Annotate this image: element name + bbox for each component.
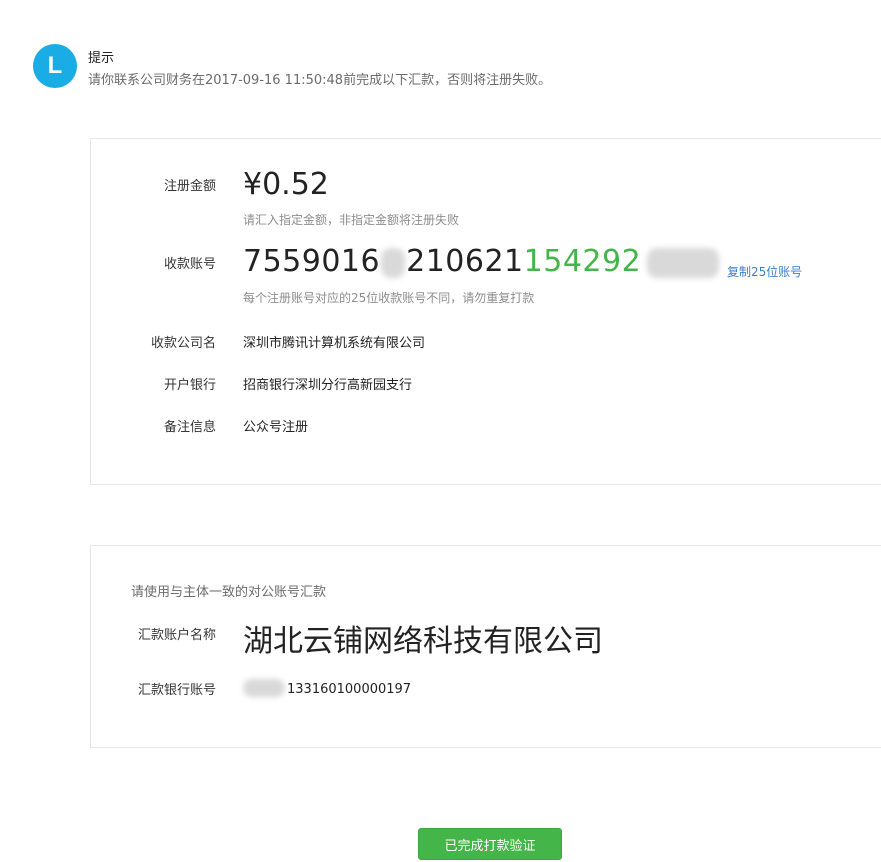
bank-label: 开户银行: [163, 378, 216, 393]
bank-value: 招商银行深圳分行高新园支行: [243, 378, 413, 393]
account-number: 7559016 210621154292: [243, 244, 720, 279]
done-verification-button[interactable]: 已完成打款验证: [418, 828, 562, 860]
note-label: 备注信息: [163, 420, 216, 435]
remitter-panel: 请使用与主体一致的对公账号汇款 汇款账户名称 湖北云铺网络科技有限公司 汇款银行…: [90, 545, 881, 748]
amount-value: ¥0.52: [243, 167, 329, 202]
account-part-2: 210621: [406, 244, 524, 279]
note-value: 公众号注册: [243, 420, 309, 435]
amount-hint: 请汇入指定金额，非指定金额将注册失败: [243, 213, 460, 227]
account-part-1: 7559016: [243, 244, 381, 279]
notice-title: 提示: [88, 51, 115, 66]
company-value: 深圳市腾讯计算机系统有限公司: [243, 336, 426, 351]
company-label: 收款公司名: [150, 336, 216, 351]
payment-info-panel: 注册金额 ¥0.52 请汇入指定金额，非指定金额将注册失败 收款账号 75590…: [90, 138, 881, 485]
amount-label: 注册金额: [163, 179, 216, 194]
account-label: 收款账号: [163, 257, 216, 272]
remitter-bank-no: 133160100000197: [243, 679, 411, 697]
account-hint: 每个注册账号对应的25位收款账号不同，请勿重复打款: [243, 291, 535, 305]
remitter-title: 请使用与主体一致的对公账号汇款: [131, 585, 327, 600]
remitter-bank-no-label: 汇款银行账号: [137, 683, 216, 698]
remitter-name-value: 湖北云铺网络科技有限公司: [243, 624, 603, 659]
redacted-mask: [647, 247, 720, 278]
redacted-mask: [243, 679, 285, 697]
account-part-3: 154292: [523, 244, 642, 279]
copy-account-link[interactable]: 复制25位账号: [727, 263, 802, 280]
remitter-bank-no-value: 133160100000197: [287, 682, 412, 697]
redacted-mask: [381, 247, 406, 278]
remitter-name-label: 汇款账户名称: [137, 628, 216, 643]
notice-avatar: L: [33, 44, 77, 88]
notice-text: 请你联系公司财务在2017-09-16 11:50:48前完成以下汇款，否则将注…: [88, 73, 552, 88]
